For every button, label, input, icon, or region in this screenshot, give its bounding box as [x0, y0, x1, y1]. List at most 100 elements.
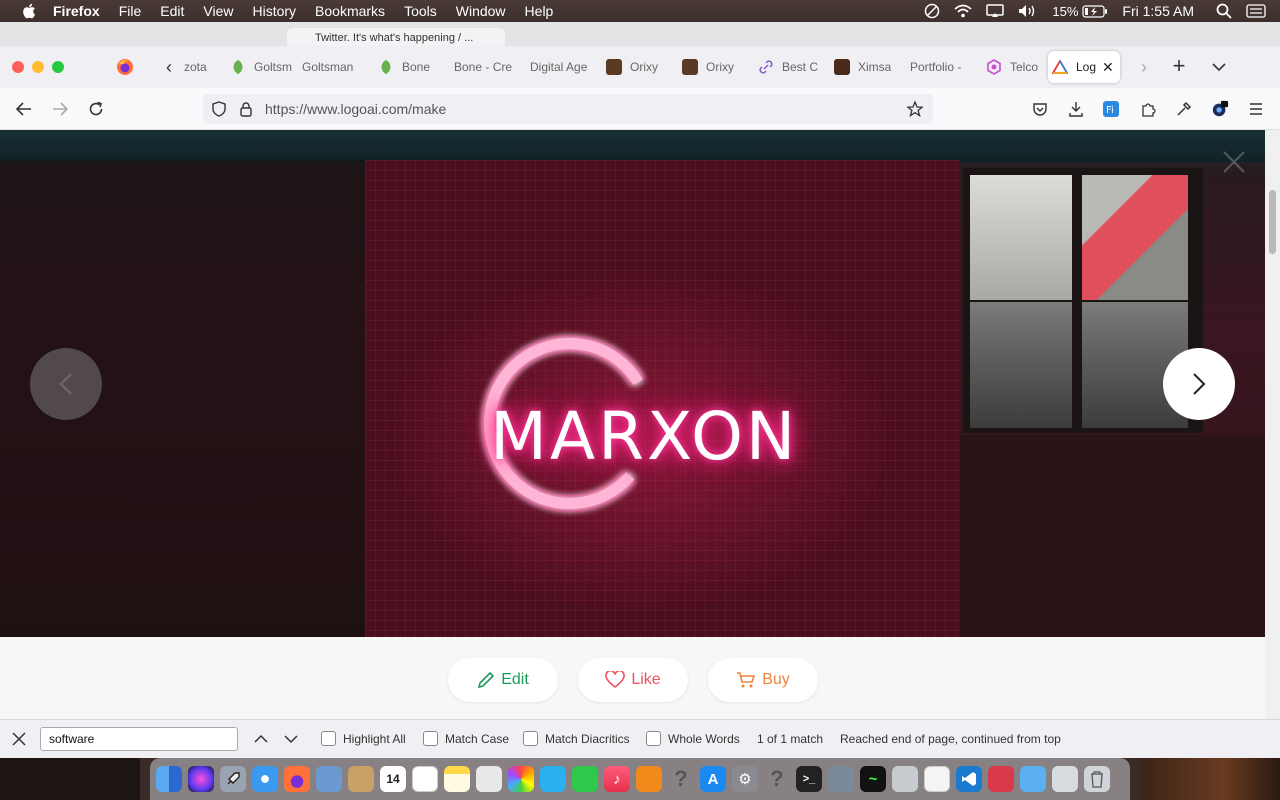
focus-status-icon[interactable]	[924, 3, 940, 19]
checkbox-box[interactable]	[523, 731, 538, 746]
airplay-icon[interactable]	[986, 4, 1005, 18]
firefox-icon[interactable]	[284, 766, 310, 792]
terminal-icon[interactable]: >_	[796, 766, 822, 792]
list-all-tabs-chevron-icon[interactable]	[1208, 58, 1230, 76]
tab-bone-2[interactable]: Bone - Cre	[450, 51, 526, 83]
tab-ximsa[interactable]: Ximsa	[830, 51, 906, 83]
menu-history[interactable]: History	[252, 3, 296, 19]
tab-goltsman-2[interactable]: Goltsman	[298, 51, 374, 83]
tab-logoai-active[interactable]: Log ✕	[1048, 51, 1120, 83]
trash-icon[interactable]	[1084, 766, 1110, 792]
highlight-all-checkbox[interactable]: Highlight All	[321, 731, 406, 746]
apple-menu-icon[interactable]	[19, 1, 39, 21]
image-capture-icon[interactable]	[476, 766, 502, 792]
pinned-tab-firefox-icon[interactable]	[116, 58, 134, 76]
textedit-icon[interactable]	[924, 766, 950, 792]
edit-button[interactable]: Edit	[448, 658, 558, 702]
screenshot-icon[interactable]	[828, 766, 854, 792]
menu-edit[interactable]: Edit	[160, 3, 184, 19]
like-button[interactable]: Like	[578, 658, 688, 702]
menu-view[interactable]: View	[203, 3, 233, 19]
pocket-icon[interactable]	[1031, 100, 1049, 118]
zoom-window-button[interactable]	[52, 61, 64, 73]
preview-icon[interactable]	[316, 766, 342, 792]
background-tab[interactable]: Twitter. It's what's happening / ...	[287, 28, 505, 48]
activity-monitor-icon[interactable]: ~	[860, 766, 886, 792]
fi-extension-icon[interactable]: Fi	[1102, 100, 1120, 118]
messages-bubble-icon[interactable]	[540, 766, 566, 792]
photos-icon[interactable]	[508, 766, 534, 792]
calendar-icon[interactable]: 14	[380, 766, 406, 792]
control-center-icon[interactable]	[1246, 4, 1266, 18]
tab-zota[interactable]: zota	[180, 51, 226, 83]
checkbox-box[interactable]	[321, 731, 336, 746]
music-note-icon[interactable]: ♪	[604, 766, 630, 792]
tab-bone-1[interactable]: Bone	[374, 51, 450, 83]
tab-orixy-1[interactable]: Orixy	[602, 51, 678, 83]
tab-portfolio[interactable]: Portfolio -	[906, 51, 982, 83]
downloads-icon[interactable]	[1067, 100, 1085, 118]
tracking-protection-shield-icon[interactable]	[211, 101, 227, 117]
help-question-icon[interactable]: ?	[668, 766, 694, 792]
new-tab-plus-icon[interactable]: +	[1168, 55, 1190, 78]
vscode-icon[interactable]	[956, 766, 982, 792]
find-previous-chevron-up-icon[interactable]	[253, 731, 269, 747]
checkbox-box[interactable]	[646, 731, 661, 746]
contacts-icon[interactable]	[348, 766, 374, 792]
system-preferences-gear-icon[interactable]: ⚙	[732, 766, 758, 792]
reload-icon[interactable]	[86, 99, 106, 119]
tab-digital-age[interactable]: Digital Age	[526, 51, 602, 83]
account-avatar-icon[interactable]	[1211, 100, 1229, 118]
carousel-next-button[interactable]	[1163, 348, 1235, 420]
url-bar[interactable]: https://www.logoai.com/make	[203, 94, 933, 124]
books-icon[interactable]	[636, 766, 662, 792]
match-case-checkbox[interactable]: Match Case	[423, 731, 509, 746]
lock-icon[interactable]	[238, 101, 254, 117]
menu-window[interactable]: Window	[456, 3, 506, 19]
minimize-window-button[interactable]	[32, 61, 44, 73]
forward-arrow-icon[interactable]	[50, 99, 70, 119]
menubar-clock[interactable]: Fri 1:55 AM	[1122, 3, 1194, 19]
close-tab-icon[interactable]: ✕	[1102, 59, 1114, 76]
tab-scroll-right-icon[interactable]: ›	[1135, 57, 1153, 77]
menu-help[interactable]: Help	[525, 3, 554, 19]
safari-compass-icon[interactable]	[252, 766, 278, 792]
tab-best[interactable]: Best C	[754, 51, 830, 83]
folder-icon[interactable]	[1020, 766, 1046, 792]
wifi-icon[interactable]	[954, 4, 972, 18]
find-input[interactable]	[40, 727, 238, 751]
database-icon[interactable]	[988, 766, 1014, 792]
notes-icon[interactable]	[444, 766, 470, 792]
volume-icon[interactable]	[1018, 4, 1038, 18]
close-find-bar-icon[interactable]	[11, 731, 27, 747]
battery-charging-icon[interactable]	[1082, 4, 1108, 18]
find-next-chevron-down-icon[interactable]	[283, 731, 299, 747]
back-arrow-icon[interactable]	[14, 99, 34, 119]
tab-goltsman-1[interactable]: Goltsman	[226, 51, 298, 83]
buy-button[interactable]: Buy	[708, 658, 818, 702]
menu-tools[interactable]: Tools	[404, 3, 437, 19]
launchpad-rocket-icon[interactable]	[220, 766, 246, 792]
tab-telco[interactable]: Telco	[982, 51, 1048, 83]
help-question-icon[interactable]: ?	[764, 766, 790, 792]
menu-app-name[interactable]: Firefox	[53, 3, 100, 19]
match-diacritics-checkbox[interactable]: Match Diacritics	[523, 731, 630, 746]
spotlight-search-icon[interactable]	[1216, 3, 1232, 19]
bookmark-star-icon[interactable]	[907, 101, 923, 117]
checkbox-box[interactable]	[423, 731, 438, 746]
siri-icon[interactable]	[188, 766, 214, 792]
facetime-icon[interactable]	[572, 766, 598, 792]
extensions-puzzle-icon[interactable]	[1139, 100, 1157, 118]
finder-icon[interactable]	[156, 766, 182, 792]
scrollbar-thumb[interactable]	[1269, 190, 1276, 254]
eyedropper-icon[interactable]	[1175, 100, 1193, 118]
hamburger-menu-icon[interactable]	[1247, 100, 1265, 118]
migration-assistant-icon[interactable]	[1052, 766, 1078, 792]
app-store-icon[interactable]: A	[700, 766, 726, 792]
menu-bookmarks[interactable]: Bookmarks	[315, 3, 385, 19]
close-window-button[interactable]	[12, 61, 24, 73]
carousel-previous-button[interactable]	[30, 348, 102, 420]
whole-words-checkbox[interactable]: Whole Words	[646, 731, 740, 746]
close-preview-icon[interactable]	[1220, 148, 1248, 176]
menu-file[interactable]: File	[119, 3, 142, 19]
